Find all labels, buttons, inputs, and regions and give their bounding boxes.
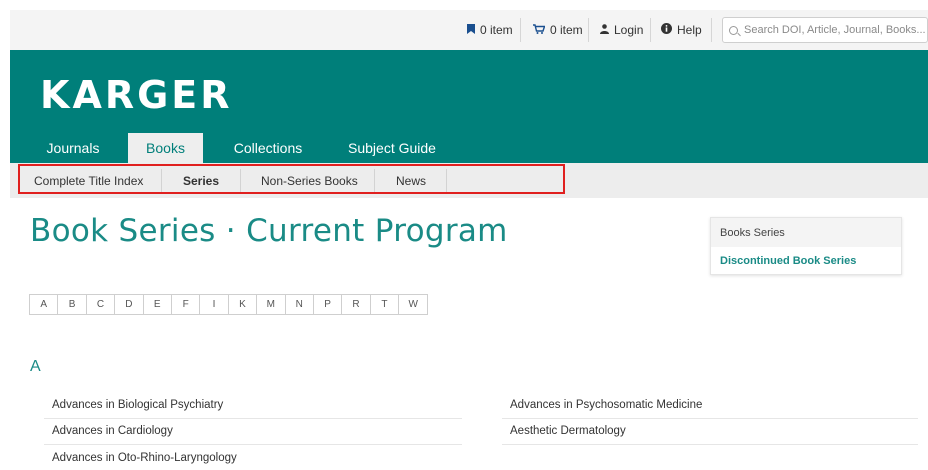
help-link[interactable]: Help: [661, 10, 702, 50]
letter-i[interactable]: I: [200, 295, 229, 314]
letter-c[interactable]: C: [86, 295, 116, 314]
series-link[interactable]: Advances in Biological Psychiatry: [52, 392, 223, 418]
karger-logo[interactable]: KARGER: [40, 73, 233, 117]
letter-n[interactable]: N: [285, 295, 314, 314]
bookmark-icon: [467, 23, 475, 37]
letter-t[interactable]: T: [370, 295, 400, 314]
letter-d[interactable]: D: [115, 295, 144, 314]
help-label: Help: [677, 23, 702, 37]
series-link[interactable]: Aesthetic Dermatology: [510, 418, 626, 444]
cart-icon: [533, 23, 546, 37]
divider: [650, 18, 651, 42]
discontinued-series-link[interactable]: Discontinued Book Series: [711, 247, 901, 275]
sidebar-header[interactable]: Books Series: [711, 218, 901, 247]
alphabet-filter: A B C D E F I K M N P R T W: [29, 294, 429, 315]
info-icon: [661, 23, 672, 37]
divider: [711, 18, 712, 42]
letter-m[interactable]: M: [257, 295, 286, 314]
letter-f[interactable]: F: [171, 295, 201, 314]
bookmarks-count: 0 item: [480, 23, 513, 37]
book-series-sidebar: Books Series Discontinued Book Series: [710, 217, 902, 275]
cart-count: 0 item: [550, 23, 583, 37]
nav-collections[interactable]: Collections: [224, 133, 312, 163]
letter-a[interactable]: A: [30, 295, 59, 314]
divider: [588, 18, 589, 42]
letter-e[interactable]: E: [143, 295, 172, 314]
letter-k[interactable]: K: [228, 295, 258, 314]
bookmarks-link[interactable]: 0 item: [467, 10, 513, 50]
highlight-box: [18, 164, 565, 194]
page-title: Book Series · Current Program: [30, 213, 508, 249]
letter-b[interactable]: B: [58, 295, 87, 314]
letter-p[interactable]: P: [313, 295, 343, 314]
row-divider: [502, 444, 918, 445]
search-placeholder: Search DOI, Article, Journal, Books...: [744, 24, 926, 36]
login-link[interactable]: Login: [600, 10, 643, 50]
series-link[interactable]: Advances in Cardiology: [52, 418, 173, 444]
search-input[interactable]: Search DOI, Article, Journal, Books...: [722, 17, 928, 43]
cart-link[interactable]: 0 item: [533, 10, 583, 50]
letter-r[interactable]: R: [342, 295, 371, 314]
login-label: Login: [614, 23, 644, 37]
letter-w[interactable]: W: [399, 295, 428, 314]
section-letter: A: [30, 358, 41, 375]
search-icon: [729, 25, 738, 35]
nav-subject-guide[interactable]: Subject Guide: [340, 133, 444, 163]
series-link[interactable]: Advances in Psychosomatic Medicine: [510, 392, 702, 418]
user-icon: [600, 23, 609, 37]
nav-books[interactable]: Books: [128, 133, 203, 163]
nav-journals[interactable]: Journals: [38, 133, 108, 163]
divider: [520, 18, 521, 42]
series-link[interactable]: Advances in Oto-Rhino-Laryngology: [52, 445, 237, 470]
